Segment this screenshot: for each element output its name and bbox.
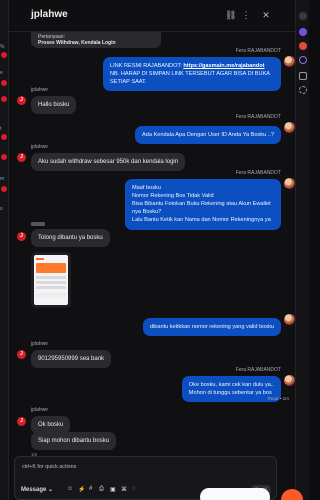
message-line: Bisa Bibantu Fotokan Buku Rekening atau … bbox=[132, 201, 271, 216]
inbox-icon[interactable] bbox=[299, 56, 307, 64]
outgoing-message: Fera RAJABANDOT Maaf bosku Nomor Rekenin… bbox=[125, 170, 295, 230]
message-line: Lalu Bantu Ketik kan Nama dan Nomor Reke… bbox=[132, 217, 271, 224]
customer-avatar: J bbox=[17, 96, 26, 105]
more-icon[interactable]: ⋮ bbox=[241, 10, 251, 20]
agent-avatar bbox=[284, 122, 295, 133]
mic-icon[interactable]: ◌ bbox=[132, 486, 136, 492]
message-bubble: Tolong dibantu ya bosku bbox=[31, 229, 110, 248]
incoming-message: Siap mohon dibantu bosku 1m bbox=[31, 432, 117, 457]
gif-icon[interactable]: ▣ bbox=[110, 486, 116, 493]
message-line: Nomor Rekening Bos Tidak Valid bbox=[132, 193, 214, 200]
sender-name: Fera RAJABANDOT bbox=[235, 170, 281, 176]
outgoing-message: dibantu ketikkan nomor rekening yang val… bbox=[142, 314, 295, 337]
left-conversation-strip[interactable]: % e t m s bbox=[0, 0, 9, 500]
emoji-icon[interactable]: ☺ bbox=[67, 486, 73, 492]
customer-avatar: J bbox=[17, 232, 26, 241]
sender-name: Fera RAJABANDOT bbox=[235, 114, 281, 120]
quote-line: Proses Withdraw, Kendala Login bbox=[38, 40, 116, 46]
strip-label: m bbox=[0, 176, 5, 182]
incoming-message: jplahwe Hallo bosku bbox=[31, 87, 77, 115]
unread-badge bbox=[1, 96, 7, 102]
right-tool-strip[interactable] bbox=[295, 0, 309, 500]
screenshot-thumbnail bbox=[34, 255, 68, 306]
unread-badge bbox=[1, 80, 7, 86]
sender-name: jplahwe bbox=[31, 144, 48, 150]
agent-avatar bbox=[284, 56, 295, 67]
unread-badge bbox=[1, 134, 7, 140]
link-icon[interactable]: ⛓ bbox=[225, 10, 236, 20]
sender-name: jplahwe bbox=[31, 341, 48, 347]
customer-avatar: J bbox=[17, 417, 26, 426]
strip-label: e bbox=[0, 70, 3, 76]
thumb-bar bbox=[36, 258, 44, 261]
thumb-row bbox=[36, 276, 66, 280]
thumb-row bbox=[36, 286, 66, 290]
message-line: Maaf bosku bbox=[132, 185, 161, 191]
attach-icon[interactable]: ⎙ bbox=[99, 486, 104, 493]
thumb-row bbox=[36, 281, 66, 285]
customer-avatar: J bbox=[17, 350, 26, 359]
message-bubble: Oke bosku, kami cek kan dulu ya.. Mohon … bbox=[181, 376, 281, 403]
conversation-title: jplahwe bbox=[31, 9, 68, 20]
bolt-icon[interactable]: ⚡ bbox=[78, 486, 85, 493]
sender-name-redacted bbox=[31, 222, 45, 226]
sender-name: Fera RAJABANDOT bbox=[235, 48, 281, 54]
profile-icon[interactable] bbox=[299, 12, 307, 20]
message-bubble: 901295950999 sea bank bbox=[31, 350, 112, 369]
message-bubble: Aku sudah withdraw sebesar 950k dan kend… bbox=[31, 153, 186, 172]
incoming-message: jplahwe 901295950999 sea bank bbox=[31, 341, 112, 369]
composer-placeholder[interactable]: ctrl+K for quick actions bbox=[22, 464, 76, 470]
message-bubble: Hallo bosku bbox=[31, 96, 77, 115]
strip-label: s bbox=[0, 206, 3, 212]
sender-name: jplahwe bbox=[31, 87, 48, 93]
thumb-banner bbox=[36, 263, 66, 274]
settings-icon[interactable] bbox=[299, 86, 307, 94]
customer-avatar: J bbox=[17, 153, 26, 162]
outgoing-message: Fera RAJABANDOT LINK RESMI RAJABANDOT: h… bbox=[81, 48, 295, 92]
unread-badge bbox=[1, 186, 7, 192]
incoming-message: jplahwe Ok bosku bbox=[31, 407, 71, 435]
close-icon[interactable]: ✕ bbox=[261, 10, 271, 20]
app-icon[interactable] bbox=[299, 42, 307, 50]
floating-widget[interactable] bbox=[200, 488, 270, 500]
quoted-form: Pertanyaan: Proses Withdraw, Kendala Log… bbox=[31, 32, 161, 48]
tag-icon[interactable] bbox=[299, 72, 307, 80]
unread-badge bbox=[1, 52, 7, 58]
agent-avatar bbox=[284, 375, 295, 386]
image-attachment[interactable] bbox=[31, 252, 71, 309]
sender-name: Fera RAJABANDOT bbox=[235, 367, 281, 373]
outgoing-message: Fera RAJABANDOT Ada Kendala Apa Dengan U… bbox=[135, 114, 295, 145]
thumb-row bbox=[36, 293, 66, 299]
sender-name: jplahwe bbox=[31, 407, 48, 413]
read-receipt: Read • 1m bbox=[267, 396, 289, 401]
message-text: NB. HARAP DI SIMPAN LINK TERSEBUT AGAR B… bbox=[110, 71, 270, 86]
unread-badge bbox=[1, 154, 7, 160]
message-bubble: Siap mohon dibantu bosku bbox=[31, 432, 117, 451]
strip-label: t bbox=[0, 126, 2, 132]
incoming-message: Tolong dibantu ya bosku bbox=[31, 222, 110, 309]
app-icon[interactable] bbox=[299, 28, 307, 36]
message-list[interactable]: Pertanyaan: Proses Withdraw, Kendala Log… bbox=[9, 32, 295, 500]
message-line: Mohon di tunggu sebentar ya bos bbox=[188, 390, 272, 397]
message-link[interactable]: https://gasmain.me/rajabandot bbox=[183, 63, 264, 69]
message-mode-dropdown[interactable]: Message ⌄ bbox=[21, 486, 53, 493]
message-line: Oke bosku, kami cek kan dulu ya.. bbox=[188, 382, 274, 388]
agent-avatar bbox=[284, 314, 295, 325]
conversation-header: jplahwe ⛓ ⋮ ✕ bbox=[9, 0, 295, 32]
message-text: LINK RESMI RAJABANDOT: bbox=[110, 63, 184, 69]
message-bubble: LINK RESMI RAJABANDOT: https://gasmain.m… bbox=[103, 57, 281, 92]
message-bubble: Ada Kendala Apa Dengan User ID Anda Ya B… bbox=[135, 126, 281, 145]
shortcut-icon[interactable]: ⌘ bbox=[121, 486, 127, 493]
message-bubble: dibantu ketikkan nomor rekening yang val… bbox=[142, 318, 281, 337]
incoming-message: jplahwe Aku sudah withdraw sebesar 950k … bbox=[31, 144, 186, 172]
mode-label: Message bbox=[21, 487, 47, 493]
outgoing-message: Fera RAJABANDOT Oke bosku, kami cek kan … bbox=[181, 367, 295, 403]
hash-icon[interactable]: # bbox=[89, 486, 92, 492]
message-bubble: Maaf bosku Nomor Rekening Bos Tidak Vali… bbox=[125, 179, 281, 230]
agent-avatar bbox=[284, 178, 295, 189]
strip-label: % bbox=[0, 44, 5, 50]
